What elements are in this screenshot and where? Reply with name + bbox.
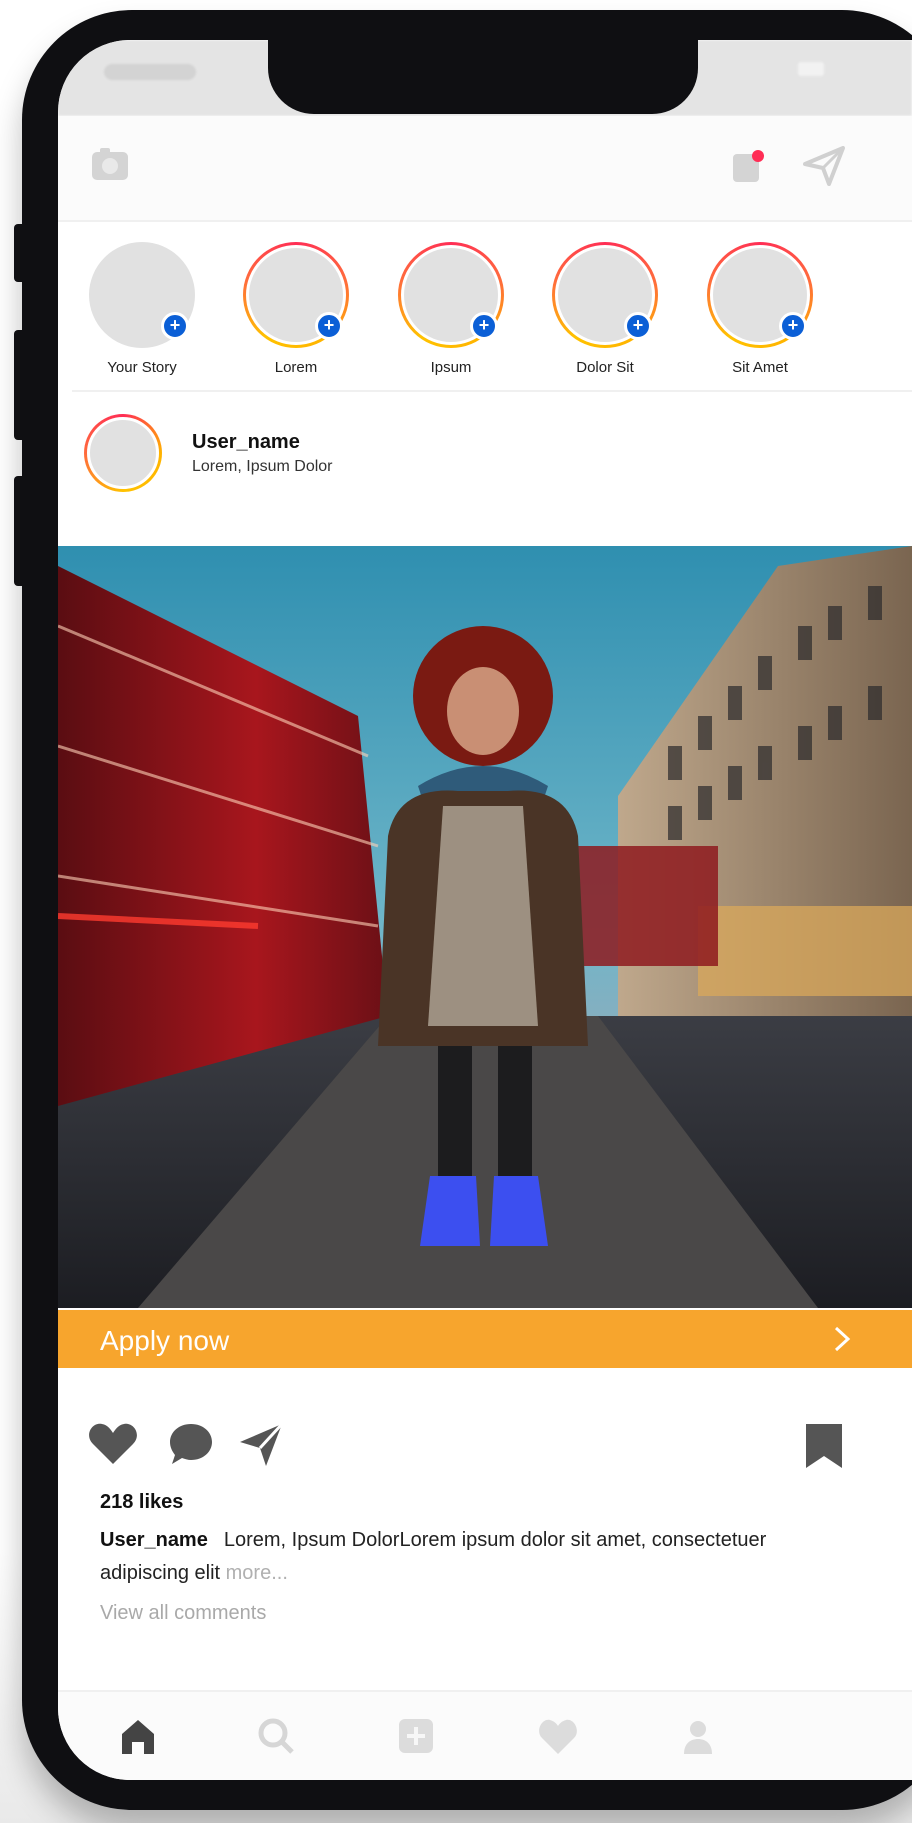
- story-label: Dolor Sit: [576, 359, 634, 376]
- stories-row: + Your Story + Lorem + Ipsum + Dolor Sit…: [58, 222, 912, 392]
- app-header: [58, 116, 912, 222]
- camera-icon[interactable]: [90, 146, 130, 182]
- tab-bar: [58, 1692, 912, 1780]
- story-sit-amet[interactable]: + Sit Amet: [690, 242, 830, 392]
- post-header: User_name Lorem, Ipsum Dolor: [58, 392, 912, 492]
- story-lorem[interactable]: + Lorem: [226, 242, 366, 392]
- view-comments-link[interactable]: View all comments: [100, 1602, 266, 1625]
- home-icon[interactable]: [118, 1716, 158, 1756]
- bookmark-icon[interactable]: [802, 1422, 846, 1470]
- more-link[interactable]: more...: [226, 1562, 288, 1584]
- apply-now-button[interactable]: Apply now: [58, 1310, 912, 1368]
- comment-icon[interactable]: [168, 1422, 214, 1466]
- activity-icon[interactable]: [731, 148, 765, 184]
- profile-icon[interactable]: [678, 1716, 718, 1756]
- heart-icon[interactable]: [88, 1422, 138, 1466]
- story-label: Your Story: [107, 359, 177, 376]
- post-actions: [58, 1400, 912, 1480]
- post-photo[interactable]: [58, 546, 912, 1308]
- notch: [268, 40, 698, 114]
- post-username[interactable]: User_name: [192, 431, 300, 454]
- phone-screen: + Your Story + Lorem + Ipsum + Dolor Sit…: [58, 40, 912, 1780]
- street-photo-illustration: [58, 546, 912, 1308]
- share-icon[interactable]: [238, 1422, 284, 1468]
- add-story-icon[interactable]: +: [161, 312, 189, 340]
- likes-count[interactable]: 218 likes: [100, 1491, 183, 1514]
- post-caption: User_name Lorem, Ipsum DolorLorem ipsum d…: [100, 1524, 800, 1590]
- add-story-icon: +: [779, 312, 807, 340]
- caption-username[interactable]: User_name: [100, 1529, 208, 1551]
- add-story-icon: +: [470, 312, 498, 340]
- post-location[interactable]: Lorem, Ipsum Dolor: [192, 458, 333, 476]
- story-label: Lorem: [274, 359, 318, 376]
- story-ipsum[interactable]: + Ipsum: [381, 242, 521, 392]
- story-label: Ipsum: [430, 359, 472, 376]
- story-your-story[interactable]: + Your Story: [72, 242, 212, 392]
- add-story-icon: +: [624, 312, 652, 340]
- story-dolor-sit[interactable]: + Dolor Sit: [535, 242, 675, 392]
- battery-icon: [798, 62, 824, 76]
- story-label: Sit Amet: [732, 359, 788, 376]
- paper-plane-icon[interactable]: [803, 146, 845, 186]
- cta-label: Apply now: [100, 1325, 230, 1356]
- chevron-right-icon: [834, 1326, 851, 1352]
- search-icon[interactable]: [256, 1716, 296, 1756]
- add-story-icon: +: [315, 312, 343, 340]
- post-avatar[interactable]: [84, 414, 162, 492]
- add-post-icon[interactable]: [396, 1716, 436, 1756]
- status-time: [104, 64, 196, 80]
- activity-icon[interactable]: [538, 1716, 578, 1756]
